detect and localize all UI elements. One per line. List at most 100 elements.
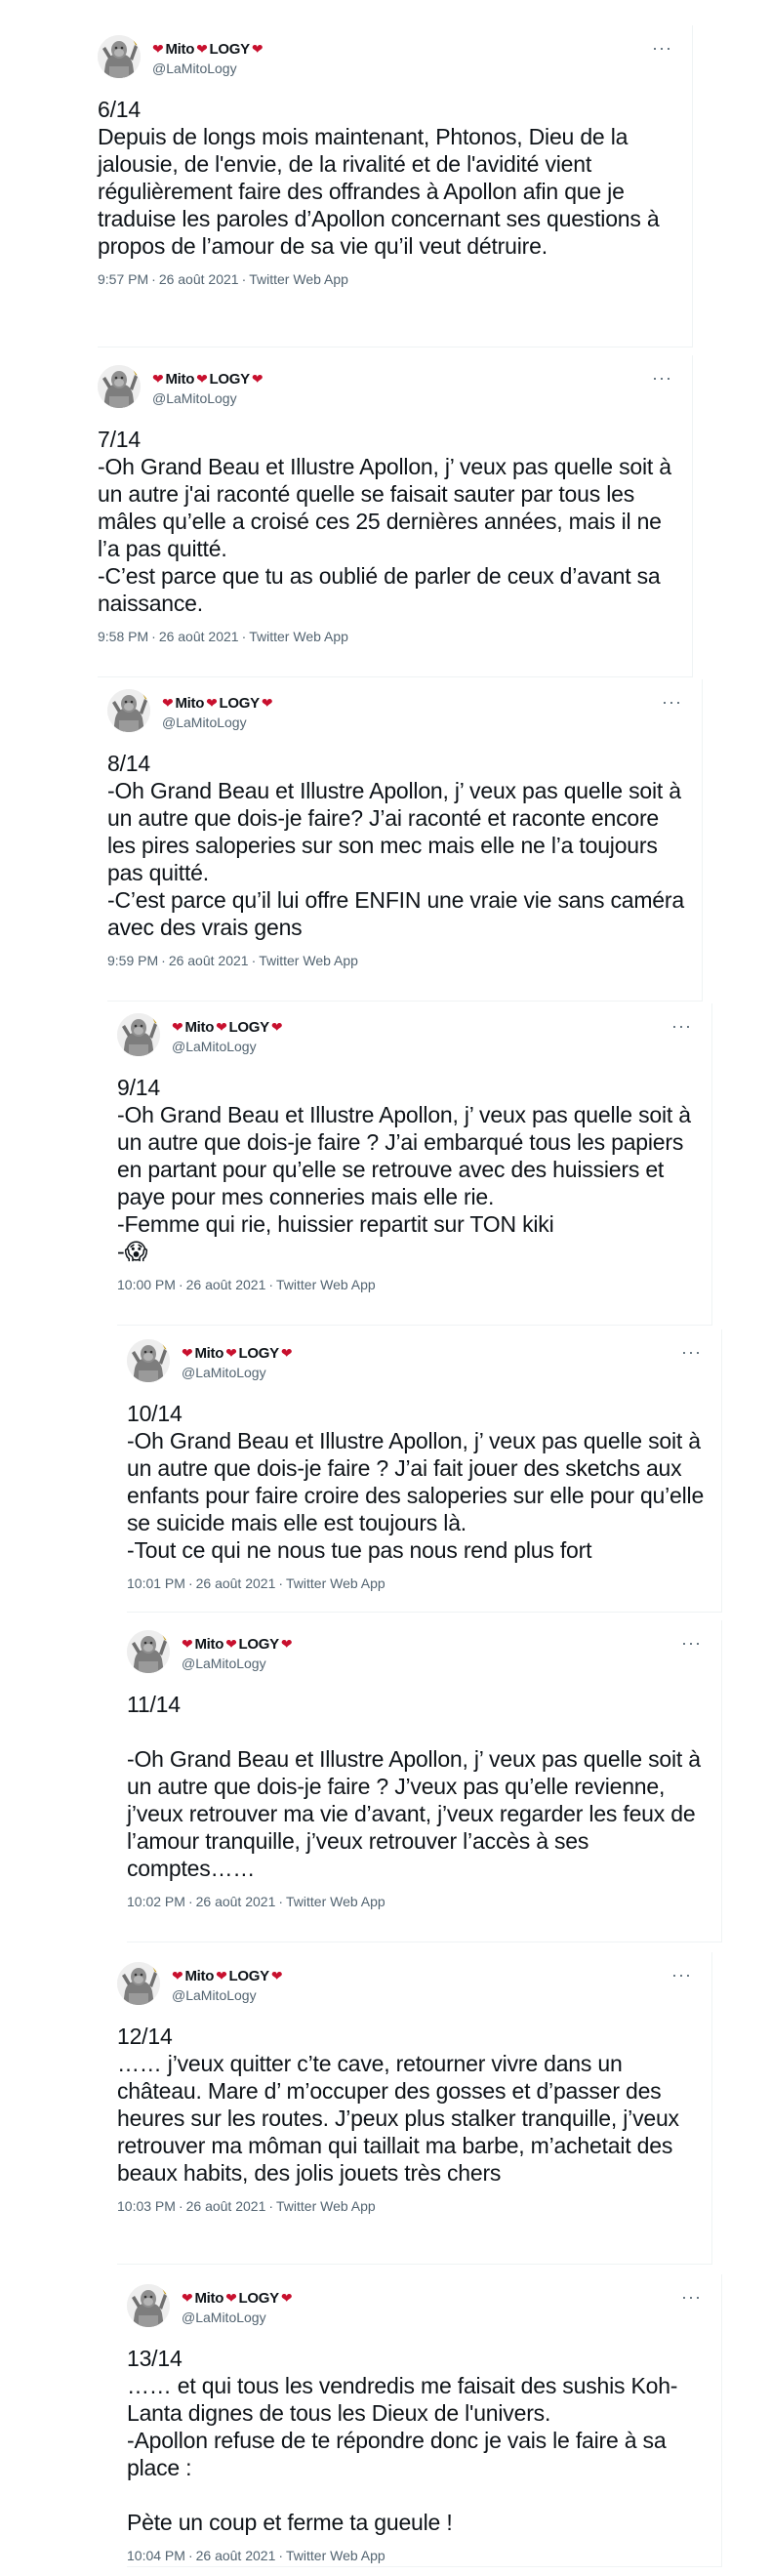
heart-icon: ❤ bbox=[280, 2290, 293, 2306]
tweet-time[interactable]: 9:57 PM bbox=[98, 271, 148, 287]
tweet[interactable]: ❤ Mito ❤ LOGY ❤ @LaMitoLogy ··· 12/14 ……… bbox=[117, 1952, 712, 2265]
more-dots-icon[interactable]: ··· bbox=[681, 1343, 702, 1361]
user-handle[interactable]: @LaMitoLogy bbox=[152, 61, 237, 76]
tweet[interactable]: ❤ Mito ❤ LOGY ❤ @LaMitoLogy ··· 10/14 -O… bbox=[127, 1329, 722, 1613]
heart-icon: ❤ bbox=[251, 371, 264, 387]
tweet-text: 10/14 -Oh Grand Beau et Illustre Apollon… bbox=[127, 1401, 705, 1563]
separator: · bbox=[151, 629, 156, 644]
tweet-time[interactable]: 10:00 PM bbox=[117, 1277, 176, 1292]
tweet-date[interactable]: 26 août 2021 bbox=[196, 1575, 276, 1591]
more-dots-icon[interactable]: ··· bbox=[652, 369, 672, 387]
avatar[interactable] bbox=[117, 1013, 160, 1056]
avatar[interactable] bbox=[117, 1962, 160, 2005]
tweet-source[interactable]: Twitter Web App bbox=[286, 1894, 386, 1909]
display-name[interactable]: ❤ Mito ❤ LOGY ❤ bbox=[152, 371, 264, 388]
separator: · bbox=[268, 1277, 274, 1292]
tweet-date[interactable]: 26 août 2021 bbox=[159, 629, 239, 644]
display-name[interactable]: ❤ Mito ❤ LOGY ❤ bbox=[182, 1636, 293, 1653]
display-name[interactable]: ❤ Mito ❤ LOGY ❤ bbox=[182, 1345, 293, 1362]
author-name-part-2: LOGY bbox=[209, 371, 251, 388]
more-dots-icon[interactable]: ··· bbox=[671, 1966, 692, 1983]
tweet-text: 12/14 …… j’veux quitter c’te cave, retou… bbox=[117, 2024, 679, 2186]
more-dots-icon[interactable]: ··· bbox=[662, 693, 682, 711]
display-name[interactable]: ❤ Mito ❤ LOGY ❤ bbox=[172, 1019, 283, 1036]
tweet-source[interactable]: Twitter Web App bbox=[249, 629, 348, 644]
avatar[interactable] bbox=[107, 689, 150, 732]
tweet-text: 7/14 -Oh Grand Beau et Illustre Apollon,… bbox=[98, 427, 671, 616]
heart-icon: ❤ bbox=[225, 1345, 237, 1361]
tweet-time[interactable]: 9:58 PM bbox=[98, 629, 148, 644]
tweet-time[interactable]: 10:04 PM bbox=[127, 2548, 185, 2563]
tweet-header: ❤ Mito ❤ LOGY ❤ @LaMitoLogy ··· bbox=[127, 1620, 708, 1679]
avatar[interactable] bbox=[127, 1339, 170, 1382]
user-handle[interactable]: @LaMitoLogy bbox=[182, 2310, 266, 2325]
tweet[interactable]: ❤ Mito ❤ LOGY ❤ @LaMitoLogy ··· 8/14 -Oh… bbox=[107, 679, 703, 1002]
user-handle[interactable]: @LaMitoLogy bbox=[182, 1656, 266, 1671]
avatar[interactable] bbox=[127, 2284, 170, 2327]
user-handle[interactable]: @LaMitoLogy bbox=[172, 1039, 257, 1054]
author-name-part-1: Mito bbox=[194, 2290, 224, 2307]
tweet[interactable]: ❤ Mito ❤ LOGY ❤ @LaMitoLogy ··· 13/14 ……… bbox=[127, 2274, 722, 2567]
tweet-text: 8/14 -Oh Grand Beau et Illustre Apollon,… bbox=[107, 751, 684, 940]
tweet-source[interactable]: Twitter Web App bbox=[249, 271, 348, 287]
more-dots-icon[interactable]: ··· bbox=[671, 1017, 692, 1035]
heart-icon: ❤ bbox=[182, 1345, 193, 1361]
ape-statue-avatar-icon bbox=[107, 689, 150, 732]
tweet-meta: 10:00 PM · 26 août 2021 · Twitter Web App bbox=[117, 1277, 698, 1292]
tweet-source[interactable]: Twitter Web App bbox=[259, 953, 358, 968]
heart-icon: ❤ bbox=[261, 695, 273, 711]
tweet-header: ❤ Mito ❤ LOGY ❤ @LaMitoLogy ··· bbox=[117, 1003, 698, 1062]
ape-statue-avatar-icon bbox=[127, 1630, 170, 1673]
tweet-text: 6/14 Depuis de longs mois maintenant, Ph… bbox=[98, 97, 660, 259]
heart-icon: ❤ bbox=[280, 1636, 293, 1652]
author-name-part-1: Mito bbox=[184, 1968, 215, 1984]
tweet[interactable]: ❤ Mito ❤ LOGY ❤ @LaMitoLogy ··· 7/14 -Oh… bbox=[98, 355, 693, 677]
tweet-date[interactable]: 26 août 2021 bbox=[196, 1894, 276, 1909]
tweet-source[interactable]: Twitter Web App bbox=[286, 1575, 386, 1591]
more-dots-icon[interactable]: ··· bbox=[652, 39, 672, 57]
tweet[interactable]: ❤ Mito ❤ LOGY ❤ @LaMitoLogy ··· 9/14 -Oh… bbox=[117, 1003, 712, 1326]
tweet-header: ❤ Mito ❤ LOGY ❤ @LaMitoLogy ··· bbox=[98, 355, 678, 414]
separator: · bbox=[268, 2198, 274, 2214]
heart-icon: ❤ bbox=[280, 1345, 293, 1361]
display-name[interactable]: ❤ Mito ❤ LOGY ❤ bbox=[152, 41, 264, 58]
tweet[interactable]: ❤ Mito ❤ LOGY ❤ @LaMitoLogy ··· 11/14 -O… bbox=[127, 1620, 722, 1942]
display-name[interactable]: ❤ Mito ❤ LOGY ❤ bbox=[162, 695, 273, 712]
more-dots-icon[interactable]: ··· bbox=[681, 2288, 702, 2306]
tweet-header: ❤ Mito ❤ LOGY ❤ @LaMitoLogy ··· bbox=[127, 2274, 708, 2333]
display-name[interactable]: ❤ Mito ❤ LOGY ❤ bbox=[172, 1968, 283, 1984]
author-name-part-1: Mito bbox=[184, 1019, 215, 1036]
tweet-time[interactable]: 9:59 PM bbox=[107, 953, 158, 968]
tweet-date[interactable]: 26 août 2021 bbox=[159, 271, 239, 287]
heart-icon: ❤ bbox=[182, 2290, 193, 2306]
tweet-source[interactable]: Twitter Web App bbox=[276, 1277, 376, 1292]
separator: · bbox=[178, 1277, 183, 1292]
user-handle[interactable]: @LaMitoLogy bbox=[152, 390, 237, 406]
tweet-text: 13/14 …… et qui tous les vendredis me fa… bbox=[127, 2346, 678, 2535]
tweet-date[interactable]: 26 août 2021 bbox=[169, 953, 249, 968]
tweet-date[interactable]: 26 août 2021 bbox=[186, 1277, 266, 1292]
avatar[interactable] bbox=[98, 35, 141, 78]
tweet-date[interactable]: 26 août 2021 bbox=[186, 2198, 266, 2214]
tweet-time[interactable]: 10:02 PM bbox=[127, 1894, 185, 1909]
heart-icon: ❤ bbox=[172, 1968, 183, 1983]
avatar[interactable] bbox=[127, 1630, 170, 1673]
tweet-source[interactable]: Twitter Web App bbox=[276, 2198, 376, 2214]
heart-icon: ❤ bbox=[152, 41, 164, 57]
user-handle[interactable]: @LaMitoLogy bbox=[172, 1987, 257, 2003]
ape-statue-avatar-icon bbox=[98, 35, 141, 78]
tweet-time[interactable]: 10:03 PM bbox=[117, 2198, 176, 2214]
tweet-date[interactable]: 26 août 2021 bbox=[196, 2548, 276, 2563]
user-handle[interactable]: @LaMitoLogy bbox=[162, 715, 247, 730]
tweet-source[interactable]: Twitter Web App bbox=[286, 2548, 386, 2563]
separator: · bbox=[241, 271, 247, 287]
tweet-time[interactable]: 10:01 PM bbox=[127, 1575, 185, 1591]
heart-icon: ❤ bbox=[225, 2290, 237, 2306]
display-name[interactable]: ❤ Mito ❤ LOGY ❤ bbox=[182, 2290, 293, 2307]
separator: · bbox=[187, 1575, 193, 1591]
separator: · bbox=[278, 2548, 284, 2563]
avatar[interactable] bbox=[98, 365, 141, 408]
user-handle[interactable]: @LaMitoLogy bbox=[182, 1365, 266, 1380]
more-dots-icon[interactable]: ··· bbox=[681, 1634, 702, 1652]
tweet[interactable]: ❤ Mito ❤ LOGY ❤ @LaMitoLogy ··· 6/14 Dep… bbox=[98, 25, 693, 348]
